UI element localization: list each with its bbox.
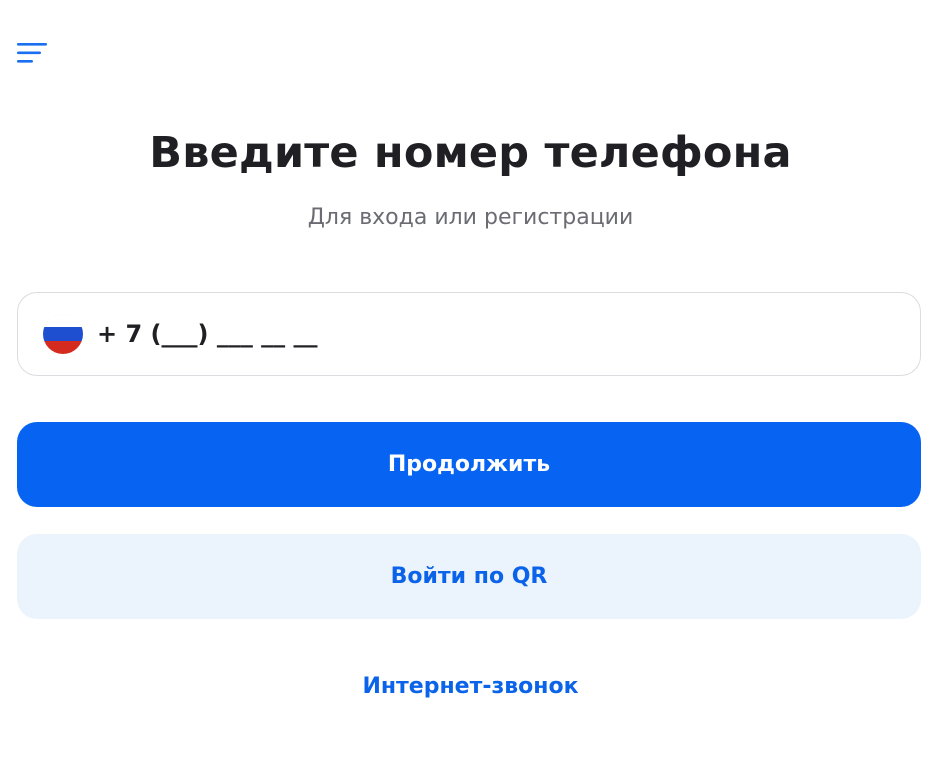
login-page: Введите номер телефона Для входа или рег…: [0, 0, 941, 758]
menu-button[interactable]: [16, 40, 48, 66]
page-subtitle: Для входа или регистрации: [307, 205, 634, 230]
russia-flag-icon[interactable]: [43, 314, 83, 354]
hamburger-menu-icon: [17, 43, 47, 63]
qr-login-button[interactable]: Войти по QR: [17, 534, 921, 619]
phone-input[interactable]: [97, 314, 877, 354]
phone-field[interactable]: [17, 292, 921, 376]
internet-call-link[interactable]: Интернет-звонок: [0, 674, 941, 699]
page-title: Введите номер телефона: [149, 128, 792, 178]
continue-button[interactable]: Продолжить: [17, 422, 921, 507]
